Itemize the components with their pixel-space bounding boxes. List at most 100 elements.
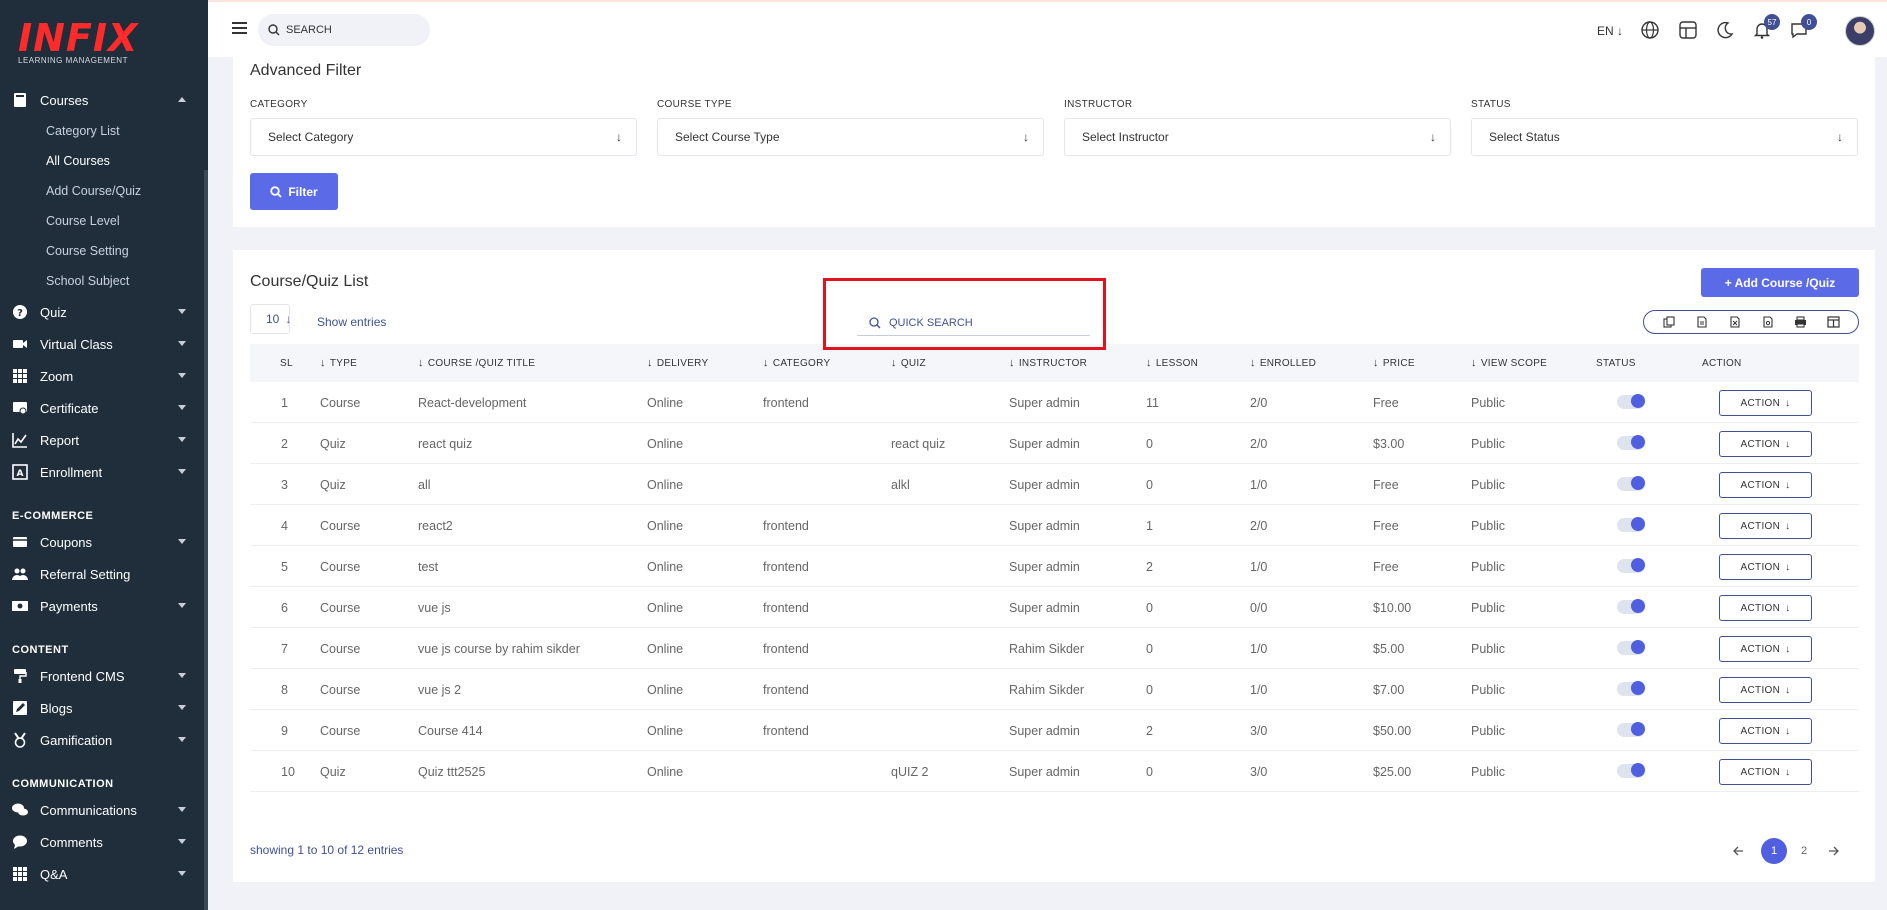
status-select[interactable]: Select Status ↓ <box>1471 118 1858 156</box>
action-dropdown-button[interactable]: ACTION ↓ <box>1719 595 1812 621</box>
sidebar-item-enrollment[interactable]: A Enrollment <box>0 456 204 488</box>
cell-type: Course <box>320 723 361 738</box>
globe-icon[interactable] <box>1640 20 1660 40</box>
column-header-lesson[interactable]: ↓ LESSON <box>1146 344 1198 382</box>
action-dropdown-button[interactable]: ACTION ↓ <box>1719 472 1812 498</box>
sidebar-subitem-course-setting[interactable]: Course Setting <box>0 236 204 266</box>
columns-icon[interactable] <box>1824 312 1844 332</box>
copy-icon[interactable] <box>1659 312 1679 332</box>
sidebar-item-frontend-cms[interactable]: Frontend CMS <box>0 660 204 692</box>
entries-label: Show entries <box>317 315 387 329</box>
instructor-label: INSTRUCTOR <box>1064 99 1133 110</box>
chat-icon[interactable]: 0 <box>1789 14 1817 40</box>
category-select[interactable]: Select Category ↓ <box>250 118 637 156</box>
column-header-enrolled[interactable]: ↓ ENROLLED <box>1250 344 1316 382</box>
chart-icon <box>12 432 28 448</box>
cell-category: frontend <box>763 600 809 615</box>
csv-file-icon[interactable] <box>1692 312 1712 332</box>
status-toggle[interactable] <box>1617 599 1645 614</box>
cell-instructor: Super admin <box>1009 518 1080 533</box>
sidebar-subitem-add-course-quiz[interactable]: Add Course/Quiz <box>0 176 204 206</box>
action-dropdown-button[interactable]: ACTION ↓ <box>1719 677 1812 703</box>
page-button-1[interactable]: 1 <box>1761 838 1787 864</box>
sidebar-subitem-course-level[interactable]: Course Level <box>0 206 204 236</box>
column-header-category[interactable]: ↓ CATEGORY <box>763 344 830 382</box>
action-label: ACTION <box>1740 520 1781 532</box>
sidebar-item-comments[interactable]: Comments <box>0 826 204 858</box>
chevron-down-icon <box>178 737 186 742</box>
status-toggle[interactable] <box>1617 763 1645 778</box>
avatar[interactable] <box>1845 16 1875 46</box>
excel-file-icon[interactable] <box>1725 312 1745 332</box>
sidebar-subitem-category-list[interactable]: Category List <box>0 116 204 146</box>
status-toggle[interactable] <box>1617 558 1645 573</box>
sidebar-item-blogs[interactable]: Blogs <box>0 692 204 724</box>
column-header-type[interactable]: ↓ TYPE <box>320 344 357 382</box>
instructor-select[interactable]: Select Instructor ↓ <box>1064 118 1451 156</box>
sidebar-item-virtual-class[interactable]: Virtual Class <box>0 328 204 360</box>
action-dropdown-button[interactable]: ACTION ↓ <box>1719 759 1812 785</box>
bell-icon[interactable]: 57 <box>1752 14 1780 40</box>
add-course-button[interactable]: + Add Course /Quiz <box>1701 268 1859 297</box>
sidebar-item-communications[interactable]: Communications <box>0 794 204 826</box>
sidebar-subitem-school-subject[interactable]: School Subject <box>0 266 204 296</box>
sidebar-item-referral-setting[interactable]: Referral Setting <box>0 558 204 590</box>
column-header-status: STATUS <box>1596 344 1636 382</box>
pdf-file-icon[interactable] <box>1758 312 1778 332</box>
arrow-right-icon <box>1828 846 1839 856</box>
status-toggle[interactable] <box>1617 517 1645 532</box>
moon-icon[interactable] <box>1715 20 1735 40</box>
column-header-view-scope[interactable]: ↓ VIEW SCOPE <box>1471 344 1547 382</box>
prev-page-button[interactable] <box>1725 838 1751 864</box>
sidebar-subitem-all-courses[interactable]: All Courses <box>0 146 204 176</box>
next-page-button[interactable] <box>1820 838 1846 864</box>
action-dropdown-button[interactable]: ACTION ↓ <box>1719 431 1812 457</box>
cell-instructor: Super admin <box>1009 559 1080 574</box>
chevron-down-icon <box>178 341 186 346</box>
action-dropdown-button[interactable]: ACTION ↓ <box>1719 390 1812 416</box>
sidebar-scrollbar[interactable] <box>204 170 208 910</box>
sidebar-item-certificate[interactable]: Certificate <box>0 392 204 424</box>
course-type-select[interactable]: Select Course Type ↓ <box>657 118 1044 156</box>
section-ecommerce: E-COMMERCE <box>12 510 94 522</box>
action-label: ACTION <box>1740 684 1781 696</box>
column-header-price[interactable]: ↓ PRICE <box>1373 344 1415 382</box>
highlight-box <box>823 278 1106 350</box>
arrow-down-icon: ↓ <box>1785 725 1791 737</box>
menu-icon[interactable] <box>232 22 247 34</box>
sidebar-item-coupons[interactable]: Coupons <box>0 526 204 558</box>
entries-select[interactable]: 10 ↓ <box>250 304 291 334</box>
cell-price: Free <box>1373 477 1399 492</box>
cell-scope: Public <box>1471 518 1506 533</box>
sidebar-item-report[interactable]: Report <box>0 424 204 456</box>
cell-category: frontend <box>763 682 809 697</box>
sidebar-item-q-a[interactable]: Q&A <box>0 858 204 890</box>
column-header-delivery[interactable]: ↓ DELIVERY <box>647 344 709 382</box>
column-header-course-quiz-title[interactable]: ↓ COURSE /QUIZ TITLE <box>418 344 535 382</box>
sidebar-item-zoom[interactable]: Zoom <box>0 360 204 392</box>
layout-icon[interactable] <box>1678 20 1698 40</box>
status-toggle[interactable] <box>1617 722 1645 737</box>
print-icon[interactable] <box>1791 312 1811 332</box>
logo[interactable]: INFIX LEARNING MANAGEMENT <box>18 18 138 65</box>
status-toggle[interactable] <box>1617 394 1645 409</box>
sidebar-item-payments[interactable]: Payments <box>0 590 204 622</box>
action-dropdown-button[interactable]: ACTION ↓ <box>1719 636 1812 662</box>
action-dropdown-button[interactable]: ACTION ↓ <box>1719 513 1812 539</box>
sidebar-item-quiz[interactable]: ? Quiz <box>0 296 204 328</box>
action-dropdown-button[interactable]: ACTION ↓ <box>1719 554 1812 580</box>
status-toggle[interactable] <box>1617 681 1645 696</box>
table-row: 3 Quiz all Online alkl Super admin 0 1/0 Free Pub… <box>250 464 1859 505</box>
filter-button[interactable]: Filter <box>250 173 338 210</box>
sidebar-item-courses[interactable]: Courses <box>0 84 204 116</box>
sidebar-item-gamification[interactable]: Gamification <box>0 724 204 756</box>
language-selector[interactable]: EN ↓ <box>1597 24 1623 38</box>
page-button-2[interactable]: 2 <box>1791 838 1817 864</box>
chevron-down-icon <box>178 539 186 544</box>
status-toggle[interactable] <box>1617 435 1645 450</box>
action-dropdown-button[interactable]: ACTION ↓ <box>1719 718 1812 744</box>
cell-lesson: 0 <box>1146 600 1153 615</box>
status-toggle[interactable] <box>1617 640 1645 655</box>
top-search-input[interactable]: SEARCH <box>258 14 430 46</box>
status-toggle[interactable] <box>1617 476 1645 491</box>
